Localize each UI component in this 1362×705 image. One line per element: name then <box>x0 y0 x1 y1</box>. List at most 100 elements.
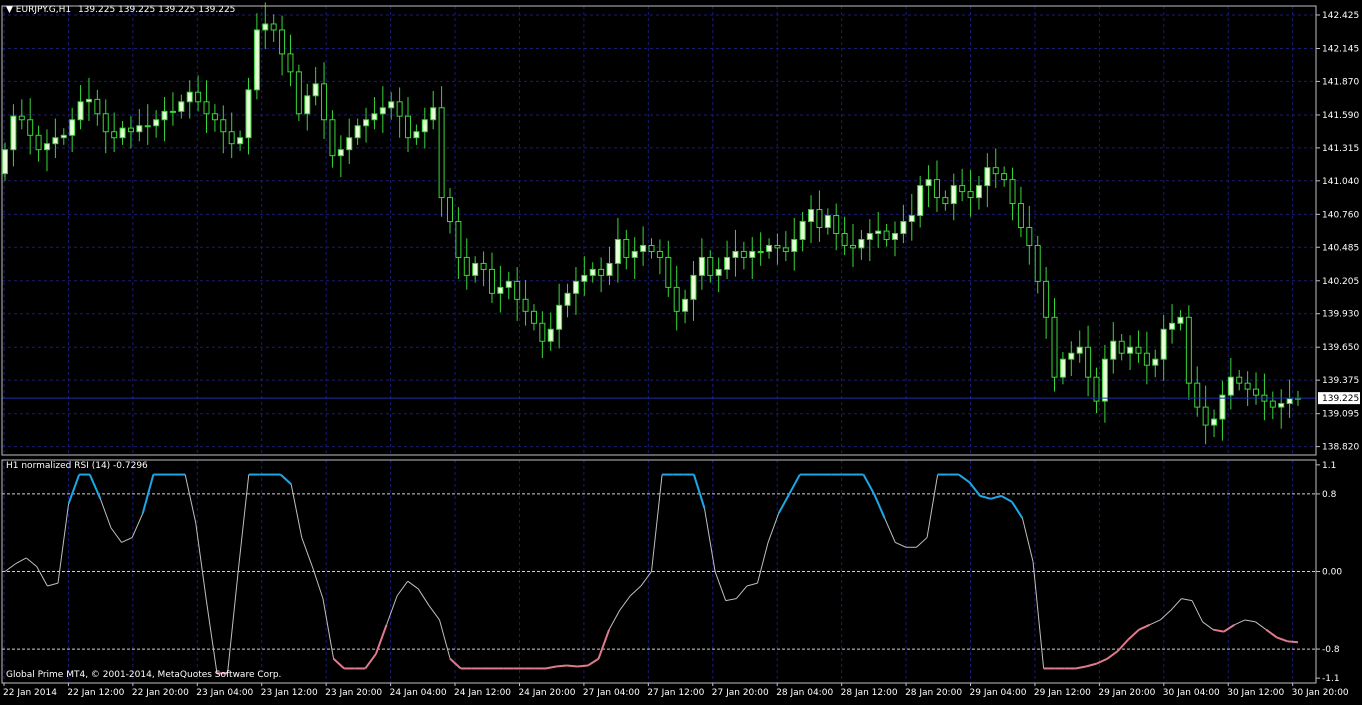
indicator-tick-label: -1.1 <box>1322 674 1340 684</box>
candle <box>18 99 25 130</box>
candle <box>1034 235 1041 294</box>
candle-body-bull <box>1068 352 1075 360</box>
time-tick-label: 29 Jan 04:00 <box>970 688 1027 698</box>
candle-body-bear <box>883 230 890 240</box>
candle <box>505 271 512 300</box>
price-tick-label: 139.095 <box>1322 410 1359 420</box>
candle <box>438 86 445 217</box>
candle <box>1068 341 1075 376</box>
candle-body-bull <box>354 125 361 139</box>
candle <box>1118 334 1125 361</box>
candle-body-bear <box>623 238 630 258</box>
time-axis[interactable]: 22 Jan 2014 22 Jan 12:00 22 Jan 20:00 23 Ja… <box>3 683 1349 698</box>
candle-body-bull <box>908 215 915 223</box>
candle-body-bear <box>127 127 134 133</box>
candle <box>1278 389 1285 429</box>
candle-body-bear <box>270 23 277 31</box>
candle-body-bull <box>337 149 344 157</box>
candle-body-bear <box>833 215 840 234</box>
candle <box>1085 325 1092 397</box>
indicator-tick-label: 0.00 <box>1322 568 1342 578</box>
candle-body-bull <box>900 221 907 234</box>
rsi-segment <box>619 595 631 611</box>
candle <box>606 246 613 285</box>
candle <box>421 107 428 149</box>
candle-body-bear <box>295 71 302 115</box>
rsi-segment <box>873 493 886 519</box>
candle <box>144 104 151 145</box>
rsi-segment <box>1276 636 1288 643</box>
current-price-tag-label: 139.225 <box>1322 394 1359 404</box>
candle <box>119 120 126 145</box>
rsi-segment <box>1127 628 1140 641</box>
candle <box>833 203 840 251</box>
candle <box>480 251 487 287</box>
candle-body-bear <box>841 232 848 246</box>
candle <box>312 67 319 106</box>
candle <box>774 233 781 265</box>
rsi-segment <box>990 494 1002 500</box>
candle <box>279 15 286 76</box>
candle <box>430 91 437 130</box>
candle-body-bull <box>749 250 756 258</box>
candle-body-bear <box>203 101 210 115</box>
candle <box>522 280 529 326</box>
rsi-segment <box>110 527 122 543</box>
price-tick-label: 142.425 <box>1322 11 1359 21</box>
candle-body-bear <box>1093 376 1100 402</box>
candle <box>228 112 235 159</box>
candle <box>413 124 420 145</box>
rsi-segment <box>1223 623 1235 633</box>
candle <box>354 118 361 145</box>
candle <box>757 232 764 266</box>
chart-window[interactable]: 142.425 142.145 141.870 141.590 141.315 141.0… <box>0 0 1362 701</box>
chart-canvas[interactable]: 142.425 142.145 141.870 141.590 141.315 141.0… <box>0 0 1362 701</box>
time-tick-label: 24 Jan 04:00 <box>390 688 447 698</box>
candle <box>564 283 571 318</box>
candle-body-bear <box>438 107 445 199</box>
candle <box>270 14 277 42</box>
rsi-segment <box>1000 494 1013 503</box>
price-grid <box>2 6 1316 455</box>
time-tick-label: 27 Jan 20:00 <box>712 688 769 698</box>
rsi-segment <box>788 474 801 495</box>
candle <box>35 125 42 162</box>
candle <box>1194 366 1201 417</box>
rsi-segment <box>735 585 748 599</box>
candle-body-bull <box>606 262 613 276</box>
candle-body-bear <box>648 244 655 252</box>
candle <box>698 238 705 290</box>
candle <box>472 256 479 283</box>
candle <box>10 104 17 167</box>
candle <box>1244 371 1251 406</box>
candle <box>220 105 227 154</box>
chart-menu-arrow-icon[interactable]: ▼ <box>6 5 13 15</box>
candle-body-bear <box>321 83 328 121</box>
rsi-segment <box>714 571 727 601</box>
candle-body-bear <box>1269 400 1276 408</box>
rsi-segment <box>99 498 112 529</box>
rsi-segment <box>1244 619 1256 623</box>
indicator-axis[interactable]: 1.1 0.8 0.00 -0.8 -1.1 <box>1316 461 1342 684</box>
candle-body-bull <box>262 23 269 31</box>
rsi-segment <box>1159 609 1172 621</box>
candle-body-bull <box>161 110 168 121</box>
price-axis[interactable]: 142.425 142.145 141.870 141.590 141.315 141.0… <box>1316 11 1359 453</box>
candle <box>1160 314 1167 381</box>
candle-body-bull <box>1219 394 1226 420</box>
candle-body-bear <box>211 113 218 121</box>
candle <box>850 223 857 268</box>
candle-body-bear <box>396 101 403 117</box>
time-tick-label: 29 Jan 12:00 <box>1034 688 1091 698</box>
candle <box>161 96 168 142</box>
candle-body-bull <box>169 110 176 113</box>
time-tick-label: 24 Jan 20:00 <box>518 688 575 698</box>
candle-body-bear <box>1236 376 1243 384</box>
candle <box>1001 166 1008 187</box>
candle <box>732 229 739 277</box>
candle <box>1202 385 1209 445</box>
candle-body-bull <box>1278 403 1285 408</box>
candle <box>682 289 689 324</box>
candle-body-bull <box>640 244 647 252</box>
candle-body-bear <box>1202 406 1209 426</box>
